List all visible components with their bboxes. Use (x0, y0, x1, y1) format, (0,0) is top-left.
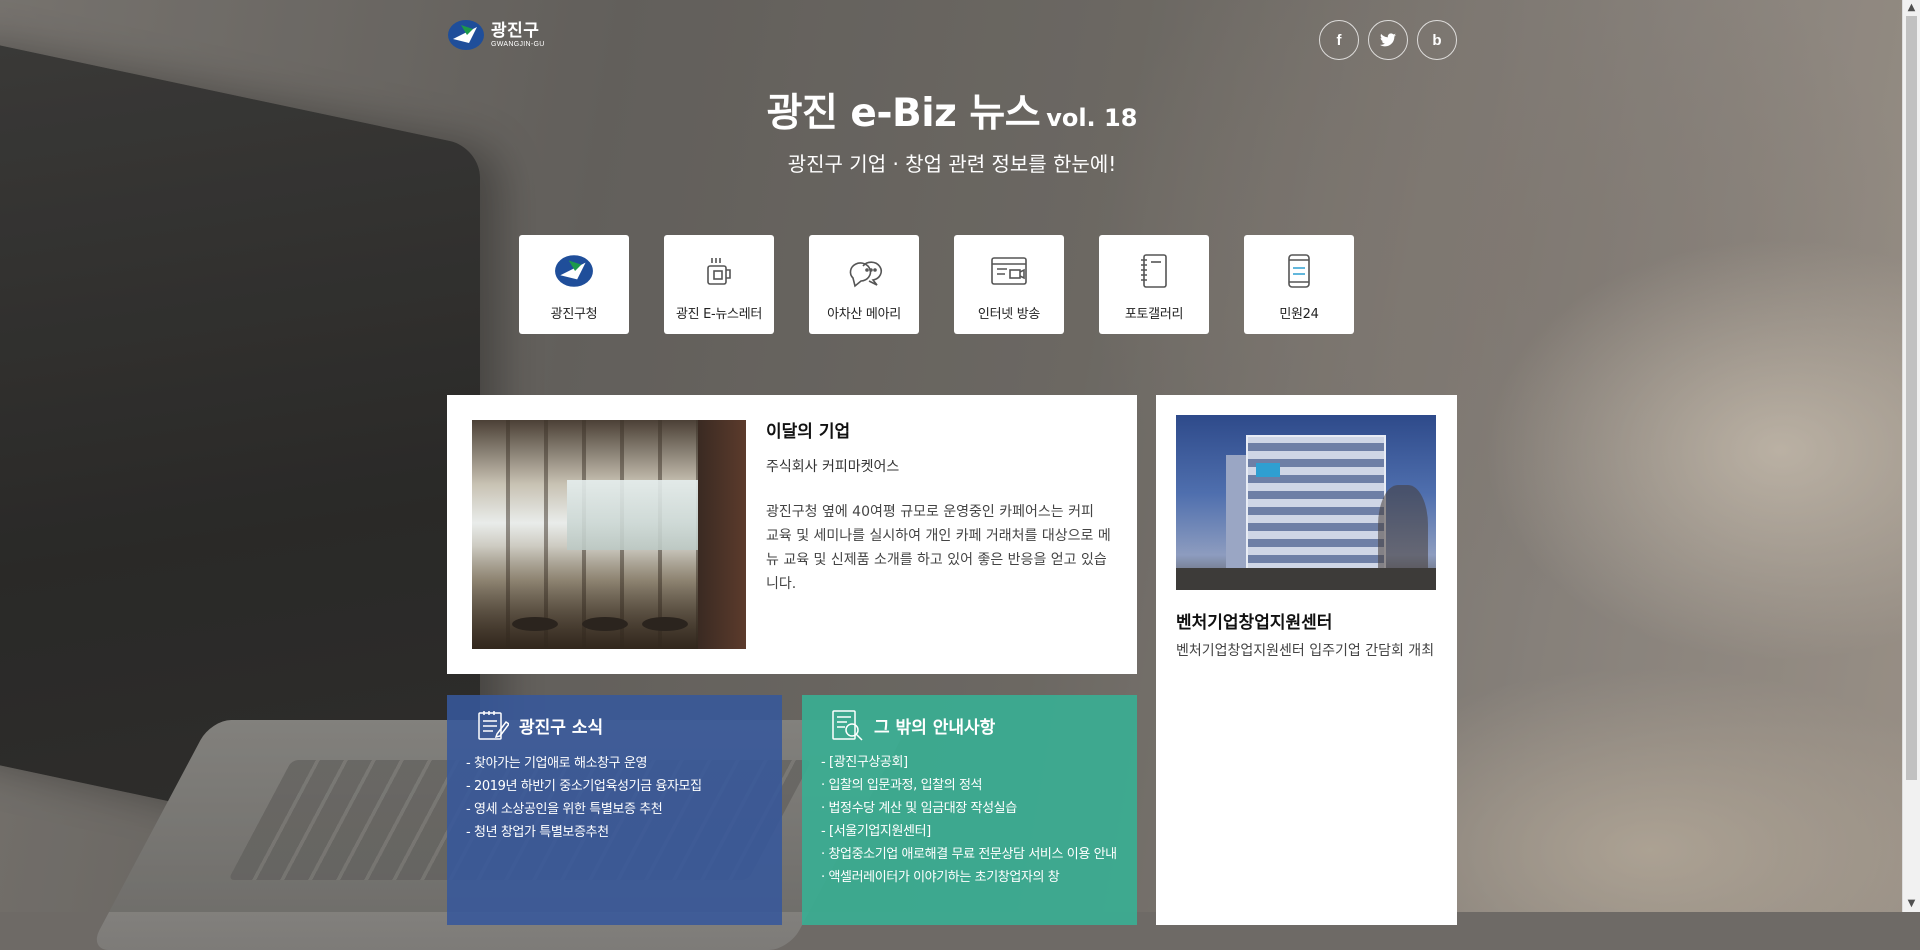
page-title: 광진 e-Biz 뉴스 vol. 18 (447, 82, 1457, 138)
quick-link-gwangjin-office[interactable]: 광진구청 (519, 235, 629, 334)
quick-link-label: 인터넷 방송 (977, 307, 1041, 322)
quick-link-label: 광진구청 (550, 307, 598, 322)
venture-center-card[interactable]: 벤처기업창업지원센터 벤처기업창업지원센터 입주기업 간담회 개최 (1156, 395, 1457, 925)
logo-english-text: GWANGJIN-GU (491, 41, 545, 48)
notices-list: - [광진구상공회] · 입찰의 입문과정, 입찰의 정석 · 법정수당 계산 … (821, 752, 1121, 890)
blog-button[interactable]: b (1417, 20, 1457, 60)
speech-bubble-icon (849, 261, 882, 288)
news-item[interactable]: - 영세 소상공인을 위한 특별보증 추천 (466, 798, 702, 821)
news-item[interactable]: - 2019년 하반기 중소기업육성기금 융자모집 (466, 775, 702, 798)
gwangjin-logo-icon (448, 20, 484, 50)
side-card-title: 벤처기업창업지원센터 (1176, 613, 1333, 633)
notepad-icon (478, 711, 509, 740)
venture-center-building-photo (1176, 415, 1436, 590)
notice-item[interactable]: · 입찰의 입문과정, 입찰의 정석 (821, 775, 1121, 798)
page-container: 광진구 GWANGJIN-GU f b 광진 e-Biz 뉴스 vol. 18 광… (447, 0, 1457, 925)
scrollbar-thumb[interactable] (1906, 16, 1917, 780)
facebook-button[interactable]: f (1319, 20, 1359, 60)
quick-link-label: 포토갤러리 (1124, 307, 1184, 322)
blog-icon: b (1432, 31, 1442, 49)
notice-item[interactable]: · 액셀러레이터가 이야기하는 초기창업자의 창 (821, 867, 1121, 890)
quick-link-label: 민원24 (1279, 307, 1319, 322)
quick-link-broadcast[interactable]: 인터넷 방송 (954, 235, 1064, 334)
volume-label: vol. 18 (1046, 104, 1138, 132)
notice-item[interactable]: - [서울기업지원센터] (821, 821, 1121, 844)
site-logo[interactable]: 광진구 GWANGJIN-GU (447, 19, 545, 51)
cafe-photo (472, 420, 746, 649)
photo-album-icon (1141, 254, 1167, 288)
feature-company-name: 주식회사 커피마켓어스 (766, 459, 900, 475)
scroll-down-icon[interactable]: ▼ (1903, 896, 1920, 912)
document-search-icon (832, 710, 863, 741)
side-card-description: 벤처기업창업지원센터 입주기업 간담회 개최 (1176, 643, 1435, 659)
gwangjin-logo-icon (555, 255, 593, 287)
notice-item[interactable]: · 창업중소기업 애로해결 무료 전문상담 서비스 이용 안내 (821, 844, 1121, 867)
news-list: - 찾아가는 기업애로 해소창구 운영 - 2019년 하반기 중소기업육성기금… (466, 752, 702, 844)
quick-link-minwon24[interactable]: 민원24 (1244, 235, 1354, 334)
quick-link-label: 광진 E-뉴스레터 (675, 307, 763, 322)
twitter-button[interactable] (1368, 20, 1408, 60)
notice-item[interactable]: · 법정수당 계산 및 임금대장 작성실습 (821, 798, 1121, 821)
gwangjin-news-box: 광진구 소식 - 찾아가는 기업애로 해소창구 운영 - 2019년 하반기 중… (447, 695, 782, 925)
page-scrollbar[interactable]: ▲ ▼ (1902, 0, 1920, 912)
other-notices-box: 그 밖의 안내사항 - [광진구상공회] · 입찰의 입문과정, 입찰의 정석 … (802, 695, 1137, 925)
social-links: f b (1319, 20, 1457, 60)
quick-links: 광진구청 광진 E-뉴스레터 아차산 메아리 인터넷 방송 포토갤러리 민원24 (519, 235, 1354, 334)
newsletter-icon (707, 258, 731, 285)
twitter-icon (1380, 33, 1396, 47)
quick-link-label: 아차산 메아리 (827, 307, 901, 322)
broadcast-icon (991, 257, 1027, 285)
feature-description: 광진구청 옆에 40여평 규모로 운영중인 카페어스는 커피 교육 및 세미나를… (766, 504, 1111, 592)
notice-item[interactable]: - [광진구상공회] (821, 752, 1121, 775)
quick-link-achasan[interactable]: 아차산 메아리 (809, 235, 919, 334)
notices-box-title: 그 밖의 안내사항 (874, 717, 996, 738)
scroll-up-icon[interactable]: ▲ (1903, 0, 1920, 16)
mobile-icon (1288, 254, 1310, 288)
facebook-icon: f (1336, 31, 1342, 49)
news-box-title: 광진구 소식 (519, 717, 604, 738)
feature-title: 이달의 기업 (766, 422, 851, 442)
news-item[interactable]: - 찾아가는 기업애로 해소창구 운영 (466, 752, 702, 775)
logo-korean-text: 광진구 (491, 21, 540, 40)
page-title-main: 광진 e-Biz 뉴스 (766, 91, 1041, 136)
news-item[interactable]: - 청년 창업가 특별보증추천 (466, 821, 702, 844)
company-of-the-month-card[interactable]: 이달의 기업 주식회사 커피마켓어스 광진구청 옆에 40여평 규모로 운영중인… (447, 395, 1137, 674)
quick-link-newsletter[interactable]: 광진 E-뉴스레터 (664, 235, 774, 334)
quick-link-photo-gallery[interactable]: 포토갤러리 (1099, 235, 1209, 334)
page-subtitle: 광진구 기업 · 창업 관련 정보를 한눈에! (787, 152, 1117, 176)
